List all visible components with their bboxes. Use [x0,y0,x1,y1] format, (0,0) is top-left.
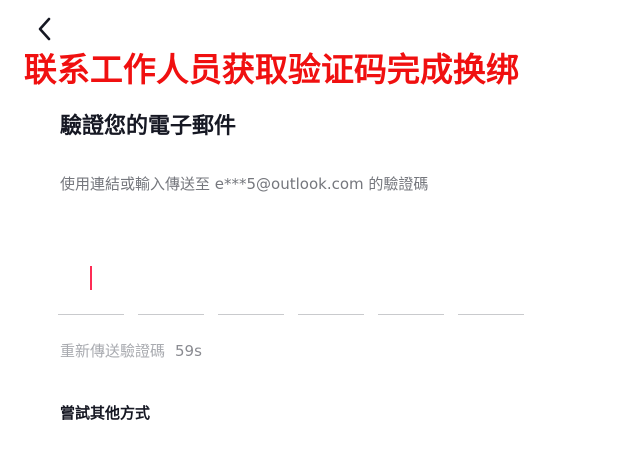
code-digit-1[interactable] [58,256,124,315]
code-digit-4[interactable] [298,256,364,315]
code-digit-2[interactable] [138,256,204,315]
red-banner-text: 联系工作人员获取验证码完成换绑 [24,50,519,89]
try-other-method-link[interactable]: 嘗試其他方式 [60,402,150,424]
instructions-text: 使用連結或輸入傳送至 e***5@outlook.com 的驗證碼 [60,175,429,193]
code-digit-3[interactable] [218,256,284,315]
text-caret [90,266,92,290]
back-button[interactable] [30,14,60,44]
resend-code-label: 重新傳送驗證碼 [60,342,166,360]
chevron-left-icon [38,17,51,41]
code-digit-5[interactable] [378,256,444,315]
page-title: 驗證您的電子郵件 [60,114,237,139]
resend-code-link[interactable]: 重新傳送驗證碼 59s [60,340,202,362]
verification-code-input[interactable] [58,256,528,316]
resend-countdown: 59s [175,342,202,360]
code-digit-6[interactable] [458,256,524,315]
